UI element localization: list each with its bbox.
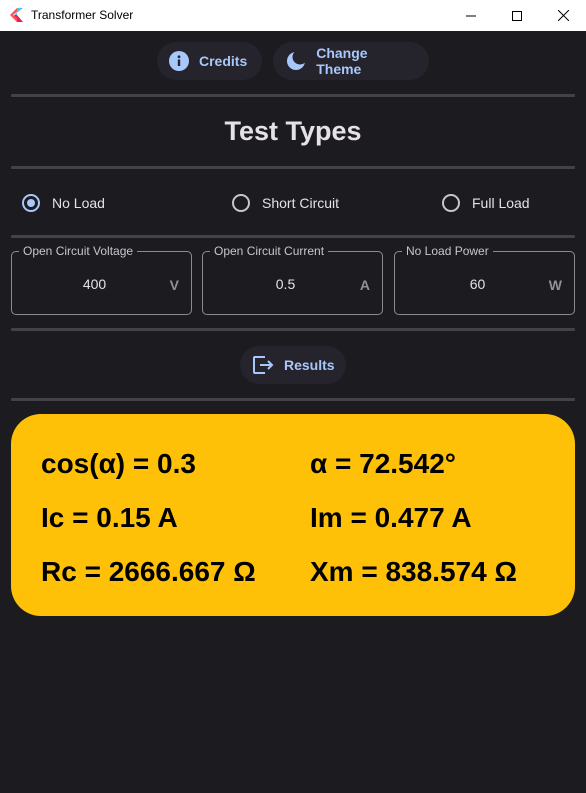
field-label: Open Circuit Voltage xyxy=(19,244,138,258)
open-circuit-current-field[interactable]: Open Circuit Current 0.5 A xyxy=(202,244,383,315)
flutter-app-icon xyxy=(10,8,23,22)
radio-checked-icon xyxy=(22,194,40,212)
field-value[interactable]: 0.5 xyxy=(203,276,368,292)
result-im: Im = 0.477 A xyxy=(310,502,472,533)
radio-unchecked-icon xyxy=(442,194,460,212)
radio-label: No Load xyxy=(52,195,105,211)
info-icon xyxy=(169,50,189,72)
no-load-power-field[interactable]: No Load Power 60 W xyxy=(394,244,575,315)
radio-label: Short Circuit xyxy=(262,195,340,211)
radio-full-load[interactable]: Full Load xyxy=(442,192,530,214)
radio-no-load[interactable]: No Load xyxy=(22,192,105,214)
radio-unchecked-icon xyxy=(232,194,250,212)
field-unit: W xyxy=(548,277,562,293)
moon-icon xyxy=(285,50,306,72)
divider xyxy=(11,94,575,97)
field-label: No Load Power xyxy=(402,244,493,258)
divider xyxy=(11,235,575,238)
credits-button[interactable]: Credits xyxy=(157,42,262,80)
results-label: Results xyxy=(284,357,335,373)
result-xm: Xm = 838.574 Ω xyxy=(310,556,517,587)
field-value[interactable]: 60 xyxy=(395,276,560,292)
results-button[interactable]: Results xyxy=(240,346,346,384)
field-label: Open Circuit Current xyxy=(210,244,329,258)
minimize-button[interactable] xyxy=(448,0,494,31)
title-bar: Transformer Solver xyxy=(0,0,586,31)
change-theme-button[interactable]: Change Theme xyxy=(273,42,429,80)
close-icon xyxy=(557,10,569,21)
change-theme-label: Change Theme xyxy=(316,45,368,77)
divider xyxy=(11,166,575,169)
field-value[interactable]: 400 xyxy=(12,276,177,292)
page-title: Test Types xyxy=(224,116,362,146)
divider xyxy=(11,398,575,401)
maximize-button[interactable] xyxy=(494,0,540,31)
open-circuit-voltage-field[interactable]: Open Circuit Voltage 400 V xyxy=(11,244,192,315)
maximize-icon xyxy=(512,10,522,21)
export-icon xyxy=(252,354,274,376)
radio-label: Full Load xyxy=(472,195,530,211)
divider xyxy=(11,328,575,331)
result-rc: Rc = 2666.667 Ω xyxy=(41,556,256,587)
field-unit: A xyxy=(359,277,370,293)
field-unit: V xyxy=(169,277,179,293)
window-title: Transformer Solver xyxy=(31,8,134,22)
credits-label: Credits xyxy=(199,53,248,69)
minimize-icon xyxy=(466,15,476,16)
close-button[interactable] xyxy=(540,0,586,31)
result-ic: Ic = 0.15 A xyxy=(41,502,178,533)
radio-short-circuit[interactable]: Short Circuit xyxy=(232,192,339,214)
result-alpha: α = 72.542° xyxy=(310,448,456,479)
results-card: cos(α) = 0.3 α = 72.542° Ic = 0.15 A Im … xyxy=(11,414,575,616)
result-cos-alpha: cos(α) = 0.3 xyxy=(41,448,196,479)
